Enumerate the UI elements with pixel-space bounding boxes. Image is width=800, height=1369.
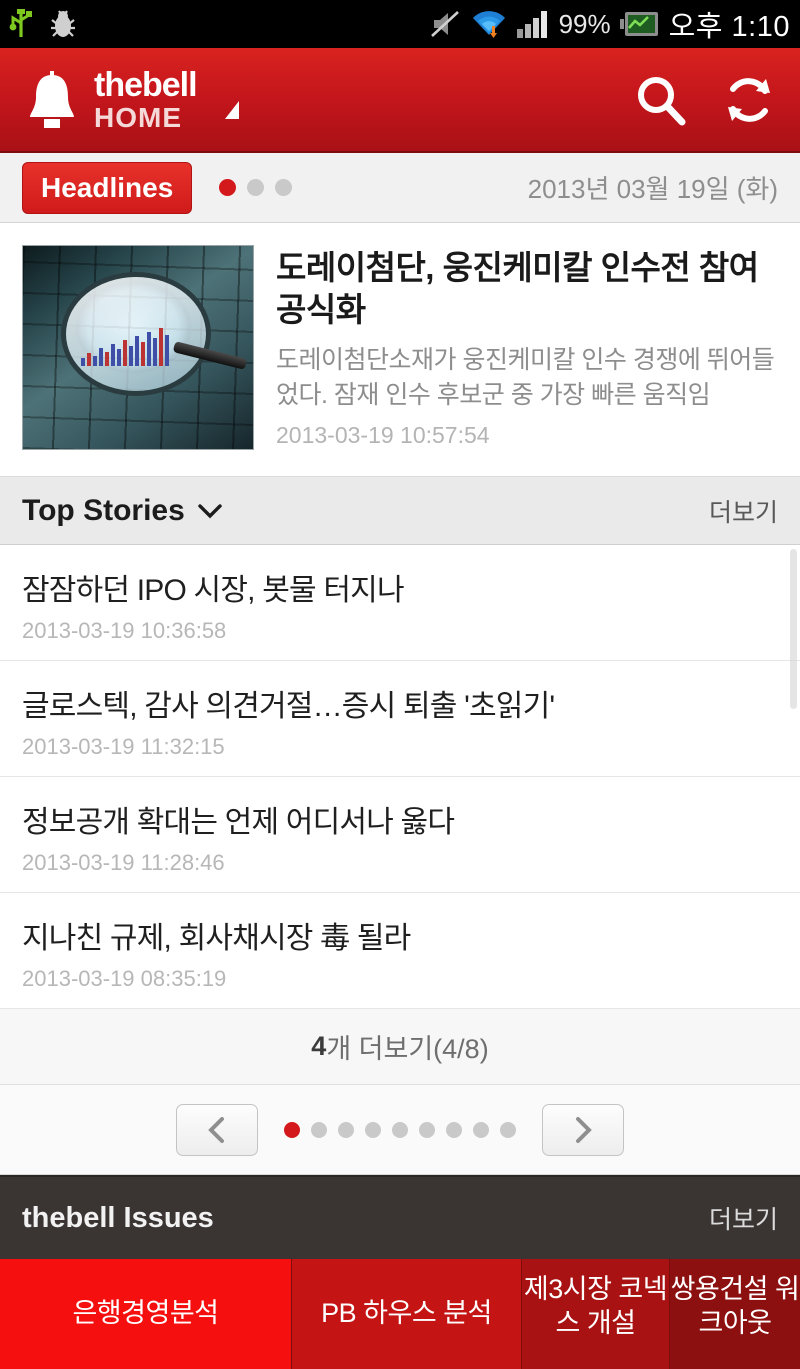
pager-dot-8[interactable]: [473, 1121, 489, 1138]
pager-dot-4[interactable]: [365, 1121, 381, 1138]
issue-tile[interactable]: 쌍용건설 워크아웃: [670, 1259, 800, 1369]
featured-article-body: 도레이첨단, 웅진케미칼 인수전 참여 공식화 도레이첨단소재가 웅진케미칼 인…: [276, 245, 778, 450]
featured-thumbnail: [22, 245, 254, 450]
featured-article[interactable]: 도레이첨단, 웅진케미칼 인수전 참여 공식화 도레이첨단소재가 웅진케미칼 인…: [0, 223, 800, 477]
clock-label: 오후 1:10: [668, 11, 790, 43]
issues-title: thebell Issues: [22, 1201, 214, 1234]
bug-icon: [51, 10, 75, 37]
headlines-bar: Headlines 2013년 03월 19일 (화): [0, 153, 800, 223]
pager-prev-button[interactable]: [176, 1103, 258, 1156]
headlines-tab[interactable]: Headlines: [22, 161, 193, 214]
load-more-row[interactable]: 4개 더보기(4/8): [0, 1009, 800, 1085]
status-bar-left-icons: [8, 7, 78, 41]
load-more-label: 개 더보기(4/8): [326, 1034, 489, 1064]
list-scrollbar[interactable]: [790, 549, 797, 709]
dropdown-caret-icon[interactable]: [224, 100, 239, 119]
featured-article-description: 도레이첨단소재가 웅진케미칼 인수 경쟁에 뛰어들었다. 잠재 인수 후보군 중…: [276, 346, 775, 409]
headlines-date-label: 2013년 03월 19일 (화): [527, 174, 778, 204]
battery-icon: [619, 12, 658, 36]
story-title: 글로스텍, 감사 의견거절…증시 퇴출 '초읽기': [22, 690, 555, 723]
brand-subtitle: HOME: [94, 101, 182, 133]
top-stories-title: Top Stories: [22, 493, 185, 527]
signal-icon: [516, 11, 547, 38]
list-item[interactable]: 글로스텍, 감사 의견거절…증시 퇴출 '초읽기' 2013-03-19 11:…: [0, 661, 800, 777]
list-item[interactable]: 정보공개 확대는 언제 어디서나 옳다 2013-03-19 11:28:46: [0, 777, 800, 893]
headlines-dot-3[interactable]: [275, 179, 293, 196]
headlines-pagination-dots[interactable]: [219, 179, 293, 196]
pager-dots[interactable]: [284, 1121, 516, 1138]
story-date: 2013-03-19 10:36:58: [22, 618, 227, 643]
pager-dot-1[interactable]: [284, 1121, 300, 1138]
story-title: 정보공개 확대는 언제 어디서나 옳다: [22, 806, 455, 839]
pager: [0, 1085, 800, 1175]
status-bar-right-icons: 99% 오후 1:10: [430, 3, 790, 45]
issues-header: thebell Issues 더보기: [0, 1175, 800, 1259]
search-icon[interactable]: [634, 73, 688, 127]
pager-dot-9[interactable]: [500, 1121, 516, 1138]
refresh-icon[interactable]: [722, 73, 776, 127]
pager-dot-6[interactable]: [419, 1121, 435, 1138]
story-title: 지나친 규제, 회사채시장 毒 될라: [22, 922, 411, 955]
issue-tile[interactable]: 제3시장 코넥스 개설: [522, 1259, 670, 1369]
app-header: thebell HOME: [0, 48, 800, 153]
status-bar: 99% 오후 1:10: [0, 0, 800, 48]
top-stories-list: 잠잠하던 IPO 시장, 봇물 터지나 2013-03-19 10:36:58 …: [0, 545, 800, 1009]
story-date: 2013-03-19 08:35:19: [22, 966, 227, 991]
usb-icon: [9, 9, 32, 37]
pager-next-button[interactable]: [542, 1103, 624, 1156]
bell-icon: [30, 70, 74, 128]
issues-more-link[interactable]: 더보기: [709, 1200, 778, 1236]
pager-dot-3[interactable]: [338, 1121, 354, 1138]
pager-dot-5[interactable]: [392, 1121, 408, 1138]
pager-dot-7[interactable]: [446, 1121, 462, 1138]
app-header-actions: [634, 73, 776, 127]
wifi-icon: [472, 11, 505, 38]
mute-icon: [430, 11, 459, 37]
headlines-dot-1[interactable]: [219, 179, 237, 196]
top-stories-more-link[interactable]: 더보기: [709, 493, 778, 529]
pager-dot-2[interactable]: [311, 1121, 327, 1138]
featured-article-date: 2013-03-19 10:57:54: [276, 422, 490, 449]
brand-home-button[interactable]: thebell HOME: [24, 67, 239, 133]
brand-title: thebell: [94, 65, 198, 104]
load-more-count: 4: [311, 1031, 327, 1061]
chevron-right-icon: [576, 1116, 592, 1143]
story-title: 잠잠하던 IPO 시장, 봇물 터지나: [22, 574, 405, 607]
featured-article-title[interactable]: 도레이첨단, 웅진케미칼 인수전 참여 공식화: [276, 247, 778, 331]
chevron-left-icon: [208, 1116, 224, 1143]
list-item[interactable]: 잠잠하던 IPO 시장, 봇물 터지나 2013-03-19 10:36:58: [0, 545, 800, 661]
headlines-dot-2[interactable]: [247, 179, 265, 196]
top-stories-header: Top Stories 더보기: [0, 477, 800, 545]
issue-tile[interactable]: PB 하우스 분석: [292, 1259, 522, 1369]
story-date: 2013-03-19 11:32:15: [22, 734, 225, 759]
issue-tile[interactable]: 은행경영분석: [0, 1259, 292, 1369]
list-item[interactable]: 지나친 규제, 회사채시장 毒 될라 2013-03-19 08:35:19: [0, 893, 800, 1009]
chart-bars: [81, 328, 169, 366]
battery-percent-label: 99%: [558, 8, 611, 39]
story-date: 2013-03-19 11:28:46: [22, 850, 225, 875]
issues-tiles: 은행경영분석 PB 하우스 분석 제3시장 코넥스 개설 쌍용건설 워크아웃: [0, 1259, 800, 1369]
chevron-down-icon[interactable]: [197, 503, 223, 519]
